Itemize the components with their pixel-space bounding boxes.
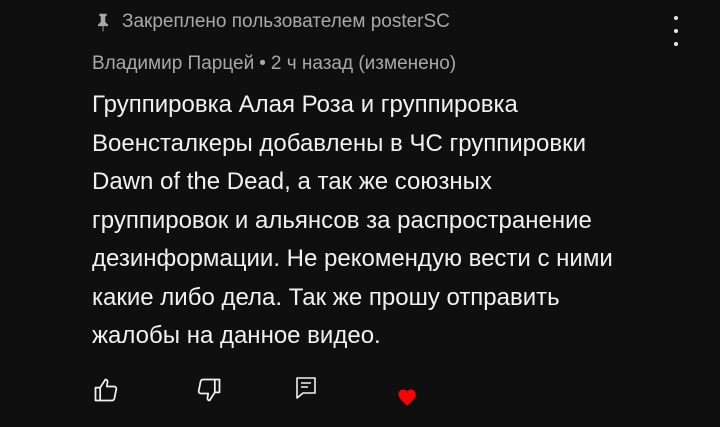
comment-actions (0, 368, 720, 418)
heart-icon (398, 389, 416, 406)
pinned-label: Закреплено пользователем posterSC (92, 10, 450, 34)
more-vert-icon[interactable] (664, 16, 688, 46)
creator-heart (396, 386, 418, 408)
thumb-up-icon (94, 378, 118, 402)
author-name[interactable]: Владимир Парцей (92, 53, 254, 74)
comment-line: дезинформации. Не рекомендую вести с ним… (92, 245, 613, 272)
reply-button[interactable] (292, 374, 320, 402)
comment-line: жалобы на данное видео. (92, 322, 381, 349)
meta-separator: • (259, 53, 266, 74)
comment-text: Группировка Алая Роза и группировка Воен… (92, 86, 692, 356)
comment-line: какие либо дела. Так же прошу отправить (92, 283, 560, 311)
dislike-button[interactable] (193, 374, 225, 406)
pin-icon (97, 13, 109, 32)
comment-line: Группировка Алая Роза и группировка (92, 91, 518, 118)
comment-icon (296, 377, 316, 399)
comment-line: группировок и альянсов за распространени… (92, 206, 592, 234)
comment-meta: Владимир Парцей • 2 ч назад (изменено) (92, 52, 456, 76)
thumb-down-icon (197, 378, 221, 402)
pinned-text: Закреплено пользователем posterSC (122, 11, 450, 32)
like-button[interactable] (90, 374, 122, 406)
comment-line: Военсталкеры добавлены в ЧС группировки (92, 129, 587, 157)
comment-line: Dawn of the Dead, а так же союзных (92, 168, 492, 195)
comment-timestamp[interactable]: 2 ч назад (изменено) (271, 53, 456, 74)
